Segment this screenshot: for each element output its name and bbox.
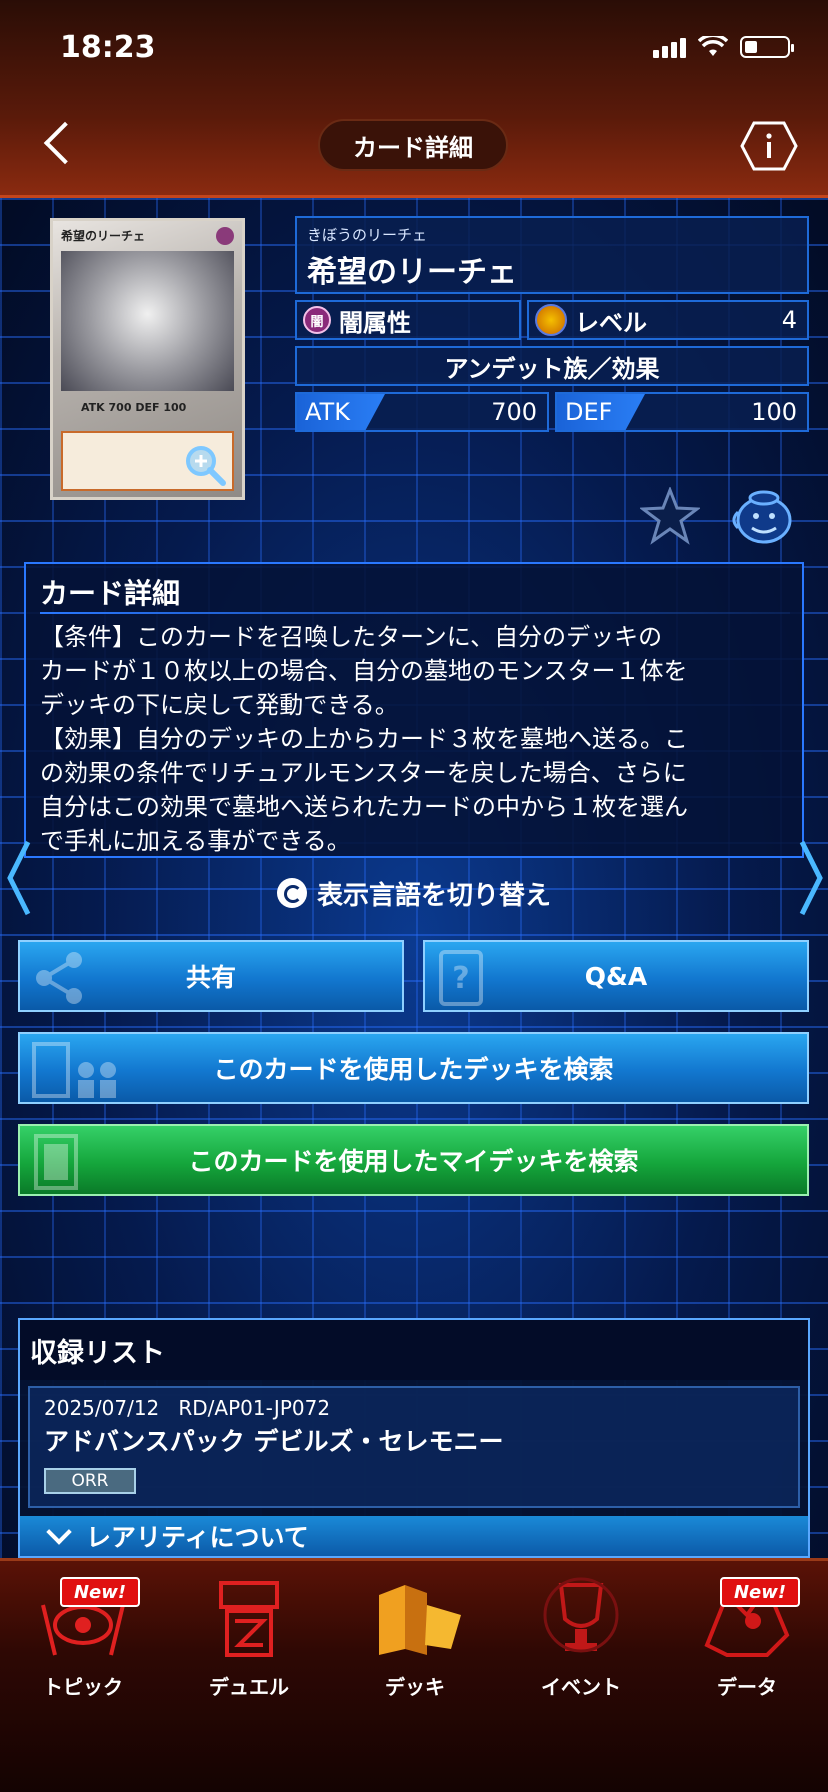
new-badge: New! [60,1577,140,1607]
info-icon [740,121,798,171]
zoom-icon[interactable] [183,443,227,487]
tab-data-label: データ [717,1675,777,1699]
search-decks-button[interactable]: このカードを使用したデッキを検索 [18,1032,809,1104]
svg-text:?: ? [452,961,469,996]
tab-deck[interactable]: デッキ [332,1575,498,1699]
release-meta: 2025/07/12 RD/AP01-JP072 [44,1396,784,1420]
battery-icon [740,36,794,58]
tab-duel-label: デュエル [209,1675,289,1699]
dark-attribute-icon: 闇 [303,306,331,334]
card-name-box: きぼうのリーチェ 希望のリーチェ [295,216,809,294]
favorite-star-icon[interactable] [638,485,702,545]
card-image-attribute [216,227,234,245]
card-type: アンデット族／効果 [295,346,809,386]
card-description-panel: カード詳細 【条件】このカードを召喚したターンに、自分のデッキの カードが１０枚… [24,562,804,858]
release-list-panel: 収録リスト 2025/07/12 RD/AP01-JP072 アドバンスパック … [18,1318,810,1558]
search-my-decks-label: このカードを使用したマイデッキを検索 [188,1147,639,1176]
chevron-down-icon [46,1519,72,1545]
tab-topics[interactable]: トピック New! [0,1575,166,1699]
def-box: DEF 100 [555,392,809,432]
tab-topics-label: トピック [43,1675,123,1699]
divider [40,612,790,614]
search-my-decks-button[interactable]: このカードを使用したマイデッキを検索 [18,1124,809,1196]
tab-data[interactable]: データ New! [664,1575,828,1699]
release-code: RD/AP01-JP072 [178,1396,331,1420]
attribute-box: 闇 闇属性 [295,300,521,340]
atk-value: 700 [491,398,537,426]
rarity-info-label: レアリティについて [86,1523,309,1552]
card-image-stats: ATK 700 DEF 100 [81,401,187,414]
qa-button[interactable]: ? Q&A [423,940,809,1012]
description-title: カード詳細 [40,577,181,610]
language-switch-button[interactable]: 表示言語を切り替え [0,860,828,926]
rarity-info-toggle[interactable]: レアリティについて [20,1516,808,1556]
deck-icon [379,1585,461,1655]
card-image-name: 希望のリーチェ [61,229,146,243]
info-button[interactable] [740,120,798,172]
signal-icon [653,36,686,58]
rarity-badge: ORR [44,1468,136,1494]
duel-icon [219,1581,279,1657]
back-button[interactable] [40,118,80,168]
card-image[interactable]: 希望のリーチェ ATK 700 DEF 100 [50,218,245,500]
wifi-icon [697,33,729,58]
new-badge: New! [720,1577,800,1607]
def-label: DEF [557,394,645,430]
status-time: 18:23 [60,30,156,65]
level-box: レベル 4 [527,300,809,340]
card-name: 希望のリーチェ [307,255,517,290]
pot-of-greed-icon[interactable] [728,488,798,544]
card-artwork [61,251,234,391]
release-list-item[interactable]: 2025/07/12 RD/AP01-JP072 アドバンスパック デビルズ・セ… [28,1386,800,1508]
share-icon [36,952,82,1004]
level-star-icon [535,304,567,336]
status-icons [653,33,794,58]
tab-deck-label: デッキ [385,1675,445,1699]
bottom-tab-bar: トピック New! デュエル デッキ イベント データ New! [0,1558,828,1792]
search-decks-label: このカードを使用したデッキを検索 [213,1055,614,1084]
atk-box: ATK 700 [295,392,549,432]
card-ruby: きぼうのリーチェ [307,226,428,244]
description-text: 【条件】このカードを召喚したターンに、自分のデッキの カードが１０枚以上の場合、… [40,623,688,855]
attribute-label: 闇属性 [339,308,411,337]
level-label: レベル [575,308,647,337]
tab-event[interactable]: イベント [498,1575,664,1699]
top-bar: 18:23 カード詳細 [0,0,828,198]
language-switch-icon [276,878,307,908]
trophy-icon [543,1577,619,1653]
level-value: 4 [781,306,797,334]
share-button[interactable]: 共有 [18,940,404,1012]
atk-label: ATK [297,394,385,430]
page-title: カード詳細 [318,119,508,171]
tab-event-label: イベント [541,1675,621,1699]
share-label: 共有 [185,963,236,992]
release-date: 2025/07/12 [44,1396,160,1420]
my-deck-icon [34,1134,78,1190]
language-switch-label: 表示言語を切り替え [316,880,551,911]
card-info-panel: きぼうのリーチェ 希望のリーチェ 闇 闇属性 レベル 4 アンデット族／効果 A… [295,216,809,432]
tab-duel[interactable]: デュエル [166,1575,332,1699]
release-list-title: 収録リスト [20,1320,808,1380]
release-pack-name: アドバンスパック デビルズ・セレモニー [44,1427,504,1456]
qa-label: Q&A [584,961,648,991]
deck-search-icon [32,1042,116,1098]
def-value: 100 [751,398,797,426]
qa-icon: ? [439,950,483,1006]
